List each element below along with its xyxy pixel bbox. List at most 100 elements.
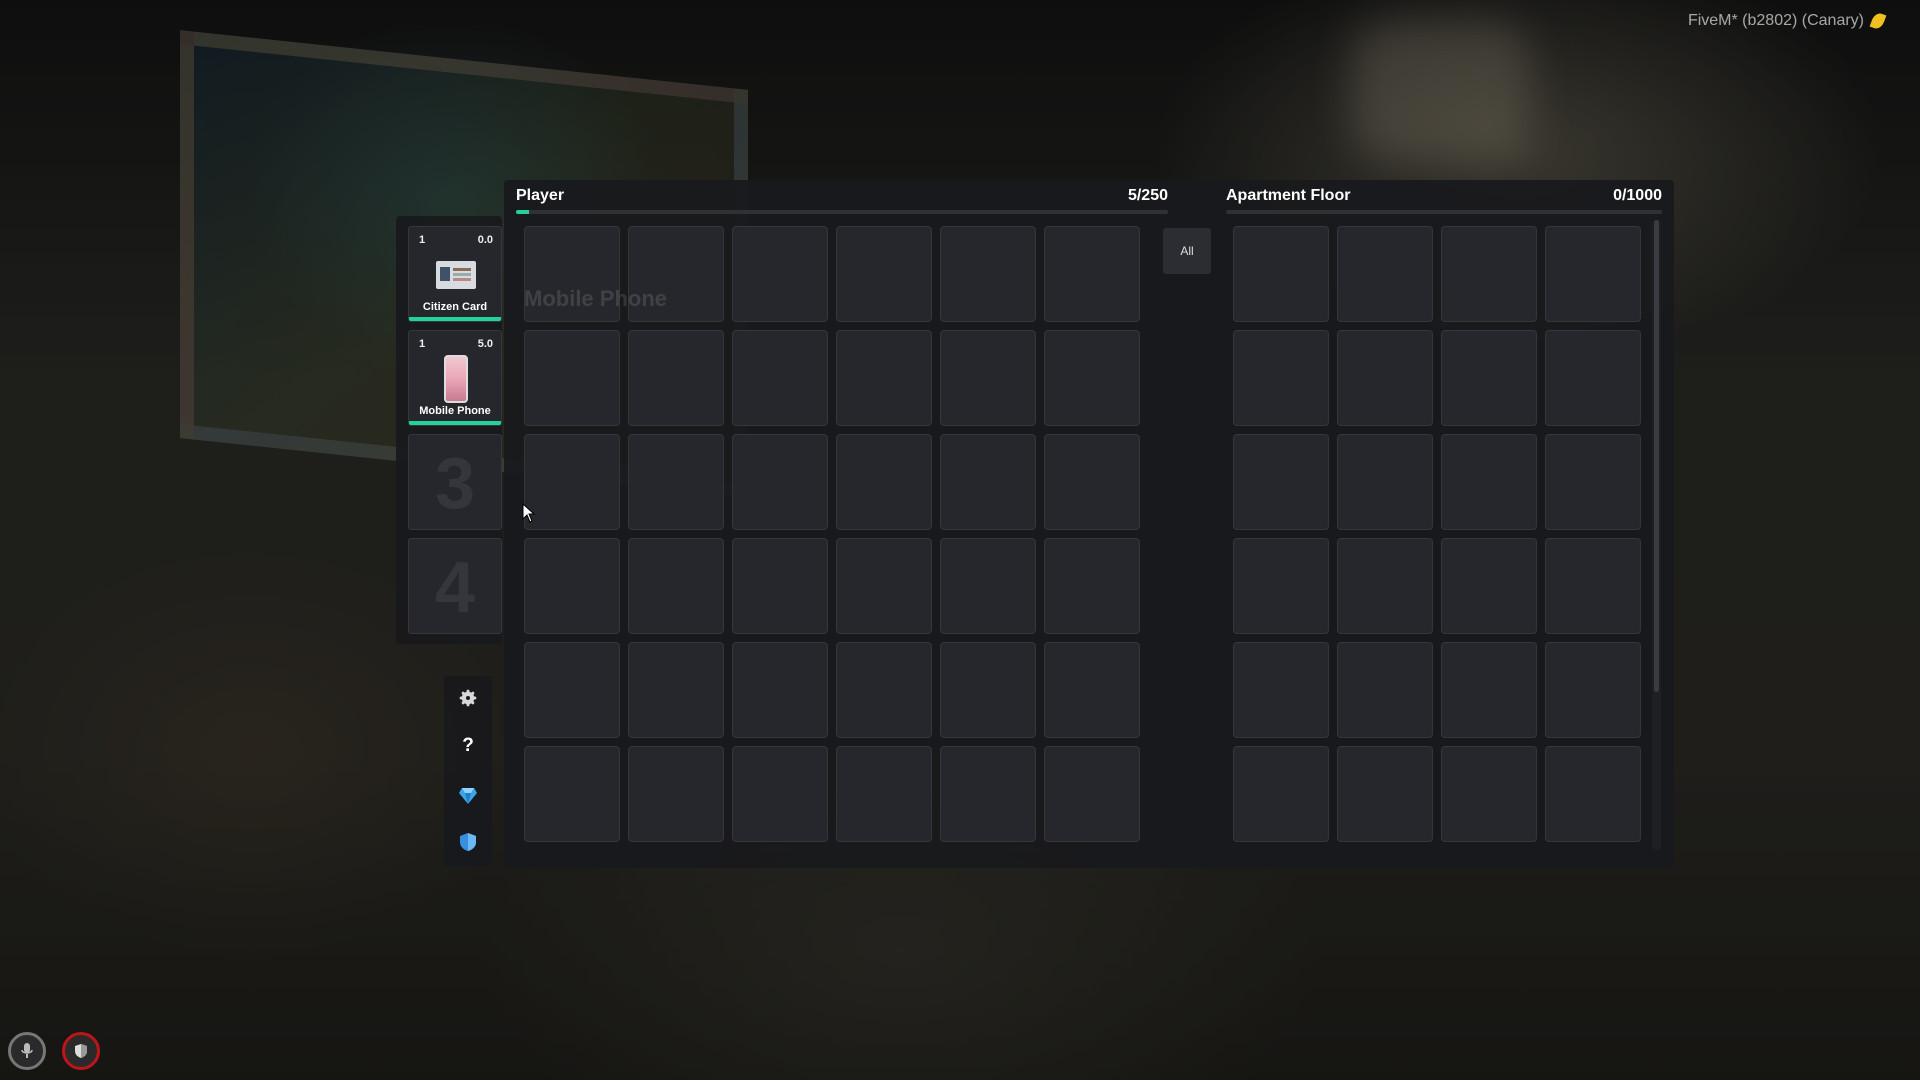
secondary-slot[interactable]: [1337, 330, 1433, 426]
player-slot[interactable]: [732, 226, 828, 322]
mouse-cursor-icon: [522, 503, 536, 523]
durability-bar: [409, 317, 501, 321]
secondary-slot[interactable]: [1233, 434, 1329, 530]
filter-all-button[interactable]: All: [1163, 228, 1211, 274]
secondary-title: Apartment Floor: [1226, 187, 1351, 204]
side-button-bar: ?: [444, 676, 492, 866]
shield-button[interactable]: [456, 830, 480, 854]
player-slot[interactable]: [940, 746, 1036, 842]
secondary-slot[interactable]: [1337, 226, 1433, 322]
item-count: 1: [419, 338, 426, 350]
diamond-button[interactable]: [456, 784, 480, 808]
player-slot[interactable]: [836, 330, 932, 426]
secondary-slot[interactable]: [1545, 434, 1641, 530]
secondary-slot[interactable]: [1337, 538, 1433, 634]
player-slot[interactable]: [524, 642, 620, 738]
slot-number: 3: [434, 444, 476, 524]
item-label: Mobile Phone: [419, 405, 491, 417]
secondary-slot[interactable]: [1233, 330, 1329, 426]
settings-button[interactable]: [456, 686, 480, 710]
player-slot[interactable]: [732, 642, 828, 738]
microphone-icon: [21, 1043, 33, 1058]
hotbar-slot-2[interactable]: 1 5.0 Mobile Phone: [408, 330, 502, 426]
player-title: Player: [516, 187, 565, 204]
player-slot[interactable]: [732, 538, 828, 634]
player-slot[interactable]: [1044, 226, 1140, 322]
secondary-slot[interactable]: [1233, 538, 1329, 634]
voice-indicator: [8, 1032, 46, 1070]
secondary-slot[interactable]: [1337, 434, 1433, 530]
secondary-slot[interactable]: [1337, 642, 1433, 738]
player-slot[interactable]: [732, 434, 828, 530]
player-slot[interactable]: [940, 330, 1036, 426]
mobile-phone-icon: [444, 355, 468, 403]
secondary-slot[interactable]: [1545, 330, 1641, 426]
watermark-text: FiveM* (b2802) (Canary): [1687, 12, 1864, 29]
secondary-slot[interactable]: [1233, 642, 1329, 738]
player-slot[interactable]: [628, 642, 724, 738]
shield-icon: [460, 833, 476, 851]
player-slot[interactable]: [628, 330, 724, 426]
player-slot[interactable]: [836, 538, 932, 634]
player-weight-fill: [516, 210, 530, 214]
player-slot[interactable]: [836, 642, 932, 738]
gear-icon: [459, 689, 477, 707]
player-slot[interactable]: [628, 538, 724, 634]
secondary-slot[interactable]: [1337, 746, 1433, 842]
secondary-slot[interactable]: [1441, 538, 1537, 634]
help-button[interactable]: ?: [456, 734, 480, 758]
player-slot[interactable]: [940, 226, 1036, 322]
player-weight-bar: [516, 210, 1168, 214]
player-weight: 5/250: [1127, 187, 1168, 204]
secondary-slot[interactable]: [1233, 746, 1329, 842]
player-slot[interactable]: [524, 330, 620, 426]
diamond-icon: [459, 788, 477, 804]
secondary-slot[interactable]: [1441, 746, 1537, 842]
secondary-weight-bar: [1226, 210, 1662, 214]
player-slot[interactable]: [940, 434, 1036, 530]
secondary-slot[interactable]: [1545, 226, 1641, 322]
secondary-slot[interactable]: [1545, 538, 1641, 634]
secondary-slot[interactable]: [1441, 642, 1537, 738]
hotbar-slot-1[interactable]: 1 0.0 Citizen Card: [408, 226, 502, 322]
armor-indicator: [62, 1032, 100, 1070]
player-slot[interactable]: [836, 746, 932, 842]
player-slot[interactable]: [628, 434, 724, 530]
secondary-scrollbar-thumb[interactable]: [1654, 220, 1659, 692]
player-slot[interactable]: [836, 226, 932, 322]
player-slot[interactable]: [732, 746, 828, 842]
secondary-slot[interactable]: [1545, 642, 1641, 738]
player-slot[interactable]: [1044, 330, 1140, 426]
secondary-weight: 0/1000: [1613, 187, 1662, 204]
secondary-slot[interactable]: [1545, 746, 1641, 842]
slot-number: 4: [434, 548, 476, 628]
player-slot[interactable]: [524, 434, 620, 530]
secondary-slot[interactable]: [1441, 434, 1537, 530]
secondary-slot[interactable]: [1233, 226, 1329, 322]
player-slot[interactable]: [1044, 642, 1140, 738]
item-weight: 5.0: [477, 338, 493, 350]
player-slot[interactable]: [628, 746, 724, 842]
durability-bar: [409, 421, 501, 425]
player-slot[interactable]: [940, 538, 1036, 634]
player-slot[interactable]: [524, 538, 620, 634]
player-slot[interactable]: [1044, 434, 1140, 530]
question-icon: ?: [462, 735, 474, 756]
citizen-card-icon: [436, 261, 476, 289]
secondary-slot[interactable]: [1441, 226, 1537, 322]
player-slot[interactable]: [940, 642, 1036, 738]
hotbar-slot-3[interactable]: 3: [408, 434, 502, 530]
player-slot[interactable]: [524, 746, 620, 842]
drag-ghost-label: Mobile Phone: [524, 286, 667, 311]
inventory-panel: Player 5/250 Mobile Phone All Apartment …: [504, 180, 1674, 868]
player-slot[interactable]: [1044, 746, 1140, 842]
hotbar-slot-4[interactable]: 4: [408, 538, 502, 634]
player-slot-grid: [524, 226, 1140, 842]
secondary-slot[interactable]: [1441, 330, 1537, 426]
player-slot[interactable]: [1044, 538, 1140, 634]
player-slot[interactable]: [836, 434, 932, 530]
player-slot[interactable]: [732, 330, 828, 426]
hotbar: 1 0.0 Citizen Card 1 5.0 Mobile Phone 3 …: [396, 216, 502, 644]
secondary-slot-grid: [1233, 226, 1641, 842]
item-count: 1: [419, 234, 426, 246]
